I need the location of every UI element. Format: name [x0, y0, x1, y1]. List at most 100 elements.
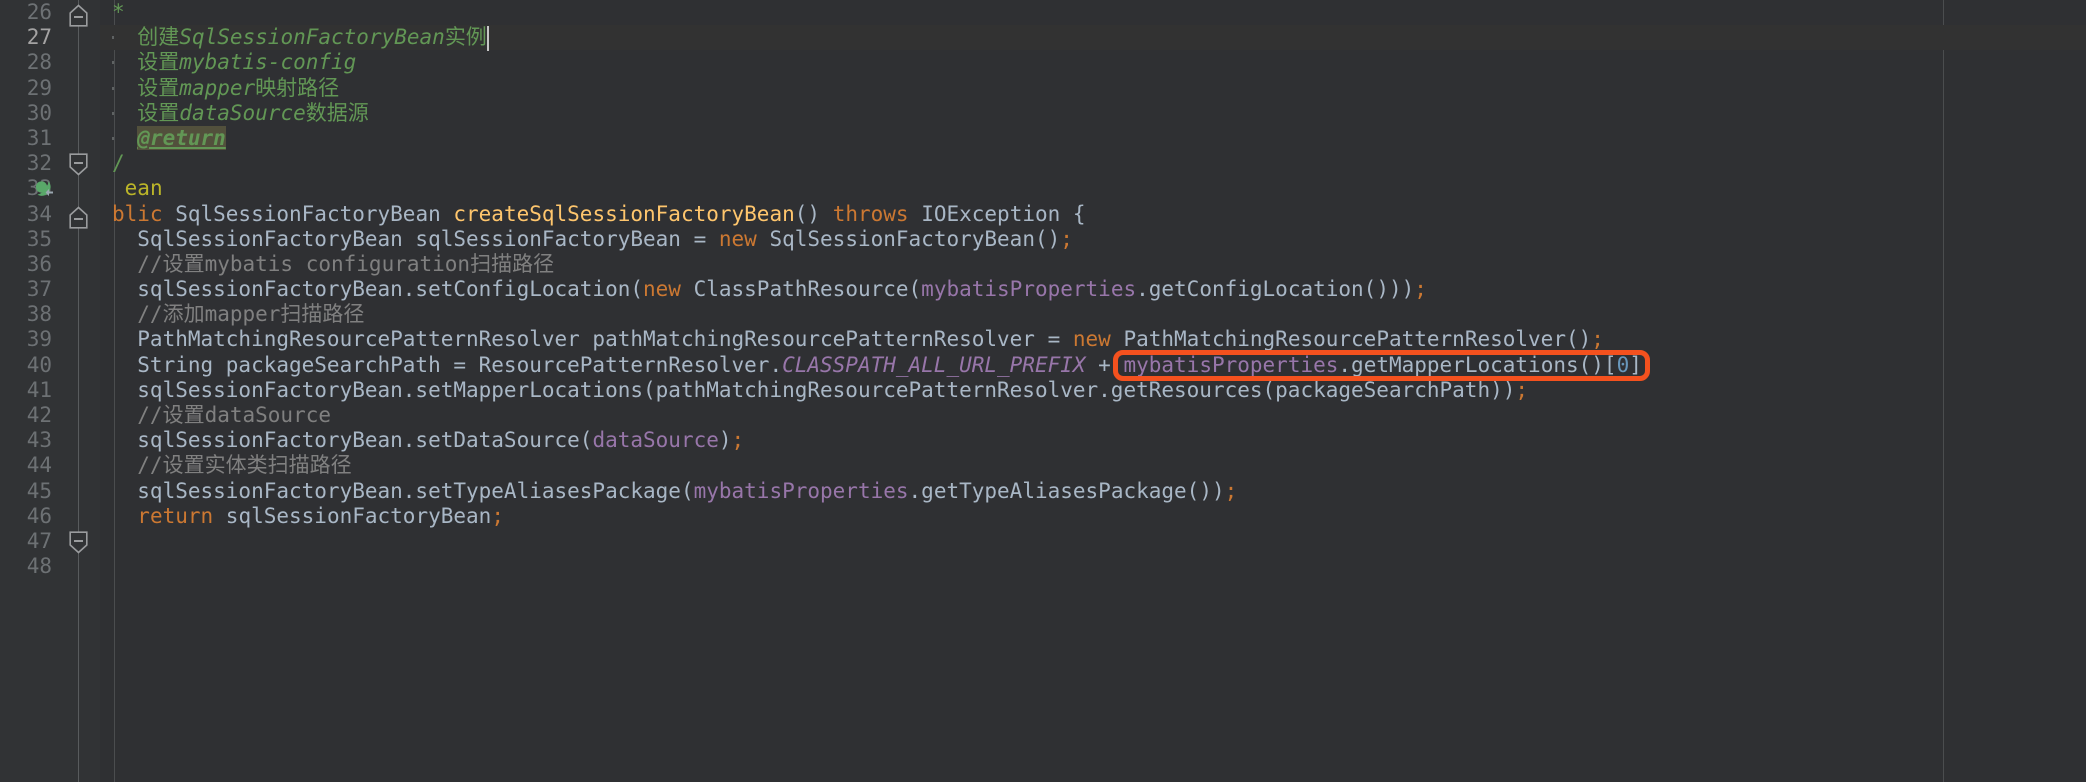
token-txt: ClassPathResource( — [680, 277, 922, 302]
token-txt: PathMatchingResourcePatternResolver path… — [112, 327, 1073, 352]
token-docitalic: dataSource — [179, 100, 306, 125]
code-line-34[interactable]: blic SqlSessionFactoryBean createSqlSess… — [100, 202, 2086, 227]
token-kw: return — [137, 503, 214, 528]
code-line-46[interactable]: return sqlSessionFactoryBean; — [100, 504, 2086, 529]
text-caret — [487, 26, 489, 52]
token-txt: ] — [1629, 352, 1642, 377]
fold-region-start-icon[interactable] — [69, 206, 88, 229]
code-line-30[interactable]: 设置dataSource数据源 — [100, 101, 2086, 126]
fold-region-end-icon[interactable] — [69, 531, 88, 554]
code-line-27[interactable]: 创建SqlSessionFactoryBean实例 — [100, 25, 2086, 51]
token-cmt: //设置实体类扫描路径 — [112, 453, 352, 478]
token-txt: sqlSessionFactoryBean.setTypeAliasesPack… — [112, 478, 694, 503]
code-line-37[interactable]: sqlSessionFactoryBean.setConfigLocation(… — [100, 277, 2086, 302]
line-number-36[interactable]: 36 — [0, 252, 100, 277]
token-doc: 设置 — [137, 75, 180, 100]
token-txt: .getTypeAliasesPackage()) — [908, 478, 1225, 503]
code-line-28[interactable]: 设置mybatis-config — [100, 50, 2086, 75]
code-line-42[interactable]: //设置dataSource — [100, 403, 2086, 428]
token-txt: sqlSessionFactoryBean.setConfigLocation( — [112, 277, 644, 302]
token-sem: ; — [1515, 377, 1529, 402]
javadoc-indent-dot — [112, 36, 114, 40]
token-fld: mybatisProperties — [1123, 352, 1339, 377]
line-number-39[interactable]: 39 — [0, 327, 100, 352]
code-line-36[interactable]: //设置mybatis configuration扫描路径 — [100, 252, 2086, 277]
token-txt: .getMapperLocations()[ — [1338, 352, 1617, 377]
line-number-30[interactable]: 30 — [0, 101, 100, 126]
line-number-43[interactable]: 43 — [0, 428, 100, 453]
fold-region-start-icon[interactable] — [69, 4, 88, 27]
line-number-35[interactable]: 35 — [0, 227, 100, 252]
javadoc-indent-dot — [112, 86, 114, 90]
token-sem: ; — [1224, 478, 1238, 503]
token-sem: ; — [731, 428, 745, 453]
code-line-43[interactable]: sqlSessionFactoryBean.setDataSource(data… — [100, 428, 2086, 453]
token-doc: 设置 — [137, 100, 180, 125]
line-number-40[interactable]: 40 — [0, 353, 100, 378]
token-sem: ; — [1641, 352, 1655, 377]
fold-region-end-icon[interactable] — [69, 153, 88, 176]
code-editor[interactable]: 2627282930313233343536373839404142434445… — [0, 0, 2086, 782]
line-number-29[interactable]: 29 — [0, 76, 100, 101]
javadoc-indent-dot — [112, 137, 114, 140]
line-number-column: 2627282930313233343536373839404142434445… — [0, 0, 100, 579]
code-lines[interactable]: * 创建SqlSessionFactoryBean实例 设置mybatis-co… — [100, 0, 2086, 579]
token-doc: 映射路径 — [255, 75, 340, 100]
code-line-47[interactable] — [100, 529, 2086, 554]
token-txt: PathMatchingResourcePatternResolver() — [1110, 327, 1592, 352]
token-doc: / — [112, 151, 125, 176]
code-line-31[interactable]: @return — [100, 125, 2086, 151]
token-txt: .getConfigLocation())) — [1136, 277, 1415, 302]
token-ann: ean — [124, 176, 163, 201]
editor-gutter[interactable]: 2627282930313233343536373839404142434445… — [0, 0, 100, 782]
token-fld: dataSource — [592, 428, 719, 453]
token-kw: blic — [112, 201, 163, 226]
code-line-38[interactable]: //添加mapper扫描路径 — [100, 302, 2086, 327]
token-txt: ) — [718, 428, 732, 453]
token-doc: 创建 — [137, 25, 180, 50]
token-fn: createSqlSessionFactoryBean — [453, 201, 795, 226]
code-line-45[interactable]: sqlSessionFactoryBean.setTypeAliasesPack… — [100, 479, 2086, 504]
code-line-48[interactable] — [100, 554, 2086, 579]
code-line-35[interactable]: SqlSessionFactoryBean sqlSessionFactoryB… — [100, 227, 2086, 252]
code-line-39[interactable]: PathMatchingResourcePatternResolver path… — [100, 327, 2086, 352]
line-number-27[interactable]: 27 — [0, 25, 100, 50]
code-line-40[interactable]: String packageSearchPath = ResourcePatte… — [100, 353, 2086, 378]
token-doc: 数据源 — [305, 100, 369, 125]
line-number-38[interactable]: 38 — [0, 302, 100, 327]
javadoc-indent-dot — [112, 111, 114, 115]
line-number-46[interactable]: 46 — [0, 504, 100, 529]
line-number-28[interactable]: 28 — [0, 50, 100, 75]
token-txt: + — [1085, 352, 1124, 377]
token-fld: mybatisProperties — [921, 277, 1137, 302]
token-txt: SqlSessionFactoryBean sqlSessionFactoryB… — [112, 226, 719, 251]
code-line-41[interactable]: sqlSessionFactoryBean.setMapperLocations… — [100, 378, 2086, 403]
code-line-29[interactable]: 设置mapper映射路径 — [100, 76, 2086, 101]
code-line-26[interactable]: * — [100, 0, 2086, 25]
code-line-33[interactable]: ean — [100, 176, 2086, 201]
line-number-45[interactable]: 45 — [0, 479, 100, 504]
line-number-44[interactable]: 44 — [0, 453, 100, 478]
token-cmt: //设置mybatis configuration扫描路径 — [112, 251, 555, 276]
token-kw: new — [1072, 327, 1111, 352]
token-cmt: //设置dataSource — [112, 403, 332, 427]
code-content-area[interactable]: * 创建SqlSessionFactoryBean实例 设置mybatis-co… — [100, 0, 2086, 782]
token-txt: sqlSessionFactoryBean.setMapperLocations… — [112, 377, 1516, 402]
line-number-48[interactable]: 48 — [0, 554, 100, 579]
token-txt: sqlSessionFactoryBean.setDataSource( — [112, 428, 593, 453]
token-kw: new — [643, 277, 681, 302]
spring-bean-gutter-icon[interactable] — [32, 178, 54, 200]
code-line-32[interactable]: / — [100, 151, 2086, 176]
token-txt: SqlSessionFactoryBean — [162, 201, 454, 226]
line-number-37[interactable]: 37 — [0, 277, 100, 302]
code-line-44[interactable]: //设置实体类扫描路径 — [100, 453, 2086, 478]
line-number-42[interactable]: 42 — [0, 403, 100, 428]
line-number-31[interactable]: 31 — [0, 126, 100, 151]
line-number-41[interactable]: 41 — [0, 378, 100, 403]
